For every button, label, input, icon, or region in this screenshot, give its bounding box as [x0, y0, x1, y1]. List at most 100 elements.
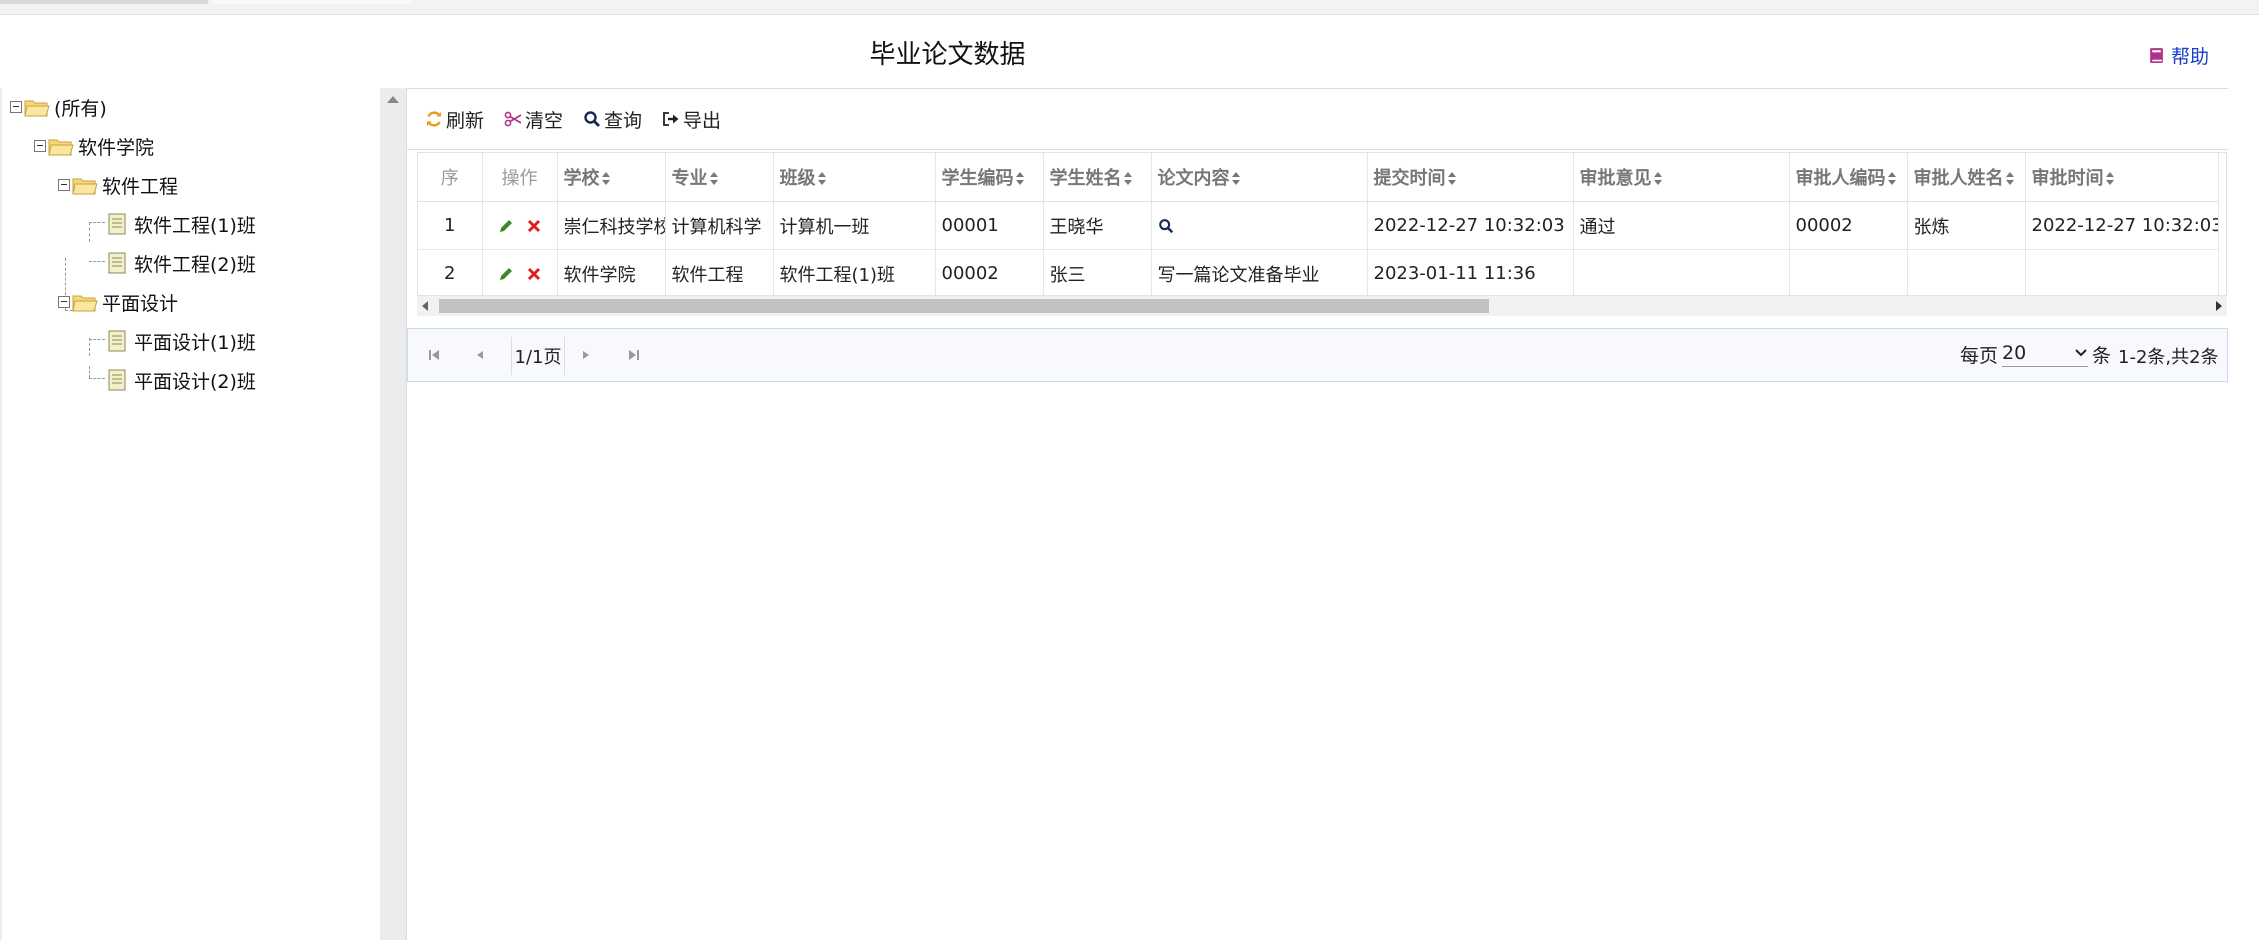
column-header[interactable]: 审批意见 [1573, 153, 1790, 202]
export-icon [663, 112, 679, 126]
scroll-left-icon[interactable] [422, 301, 428, 311]
collapse-icon[interactable] [58, 179, 70, 191]
next-page-icon[interactable] [578, 347, 594, 363]
row-number: 2 [418, 249, 483, 295]
cell-content: 写一篇论文准备毕业 [1151, 249, 1368, 295]
cell-student-name: 张三 [1043, 249, 1152, 295]
column-header[interactable]: 学校 [557, 153, 666, 202]
refresh-button[interactable]: 刷新 [425, 106, 484, 133]
column-header[interactable]: 审批人编码 [1789, 153, 1908, 202]
per-page-control: 每页 20 条 [1960, 341, 2111, 368]
scroll-right-icon[interactable] [2216, 301, 2222, 311]
sort-icon[interactable] [1653, 172, 1663, 186]
search-icon [584, 111, 601, 127]
sort-icon[interactable] [1123, 172, 1133, 186]
column-header: 操作 [482, 153, 558, 202]
column-header[interactable]: 审批人姓名 [1907, 153, 2026, 202]
sort-icon[interactable] [817, 172, 827, 186]
scroll-thumb[interactable] [439, 299, 1489, 313]
tab-strip-item[interactable] [0, 0, 208, 4]
cell-major: 计算机科学 [665, 201, 774, 250]
vertical-scrollbar[interactable] [380, 88, 406, 940]
cell-student-name: 王晓华 [1043, 201, 1152, 250]
table-row[interactable]: 2 软件学院 软件工程 软件工程(1)班 00002 张三 写一篇论文准备毕业 [418, 249, 2219, 295]
scissors-icon [504, 111, 522, 127]
column-header[interactable]: 学生编码 [935, 153, 1044, 202]
tree-node-major-software[interactable]: 软件工程 [58, 170, 178, 200]
tree-node-label: 软件学院 [78, 136, 155, 159]
tree-node-root[interactable]: (所有) [10, 92, 107, 122]
export-button[interactable]: 导出 [662, 106, 721, 133]
tree-node-college[interactable]: 软件学院 [34, 131, 154, 161]
cell-student-code: 00002 [935, 249, 1044, 295]
folder-open-icon [72, 178, 98, 195]
column-header[interactable]: 审批时间 [2025, 153, 2219, 202]
collapse-icon[interactable] [58, 296, 70, 308]
tree-node-class[interactable]: 软件工程(2)班 [104, 248, 256, 278]
tree-node-label: 平面设计 [102, 292, 179, 315]
tab-strip-item-active[interactable] [212, 0, 412, 4]
column-header[interactable]: 班级 [773, 153, 936, 202]
sort-icon[interactable] [601, 172, 611, 186]
sort-icon[interactable] [1015, 172, 1025, 186]
sort-icon[interactable] [2005, 172, 2015, 186]
query-button[interactable]: 查询 [583, 106, 642, 133]
column-header[interactable]: 论文内容 [1151, 153, 1368, 202]
cell-student-code: 00001 [935, 201, 1044, 250]
tree-node-class[interactable]: 平面设计(1)班 [104, 326, 256, 356]
sort-icon[interactable] [1447, 172, 1457, 186]
row-actions [482, 249, 558, 295]
cell-approve-time [2025, 249, 2219, 295]
data-panel: 刷新 清空 查询 导出 序 操作 学校 专业 班级 学生编码 学生姓名 论文内容… [406, 88, 2228, 940]
cell-content [1151, 201, 1368, 250]
cell-submit-time: 2023-01-11 11:36 [1367, 249, 1574, 295]
cell-approver-code: 00002 [1789, 201, 1908, 250]
page-title: 毕业论文数据 [869, 40, 1026, 70]
toolbar: 刷新 清空 查询 导出 [407, 88, 2228, 150]
horizontal-scrollbar[interactable] [417, 296, 2227, 316]
tree-node-class[interactable]: 平面设计(2)班 [104, 365, 256, 395]
collapse-icon[interactable] [34, 140, 46, 152]
collapse-icon[interactable] [10, 101, 22, 113]
edit-pencil-icon[interactable] [498, 218, 514, 234]
column-header[interactable]: 学生姓名 [1043, 153, 1152, 202]
clear-label: 清空 [525, 109, 564, 132]
tree-node-label: 软件工程(1)班 [134, 214, 256, 237]
column-header[interactable]: 专业 [665, 153, 774, 202]
first-page-icon[interactable] [426, 347, 442, 363]
table-row[interactable]: 1 崇仁科技学校 计算机科学 计算机一班 00001 王晓华 2022-12-2… [418, 201, 2219, 250]
book-icon [2150, 48, 2163, 63]
cell-major: 软件工程 [665, 249, 774, 295]
folder-open-icon [24, 100, 50, 117]
column-header[interactable]: 提交时间 [1367, 153, 1574, 202]
sort-icon[interactable] [1231, 172, 1241, 186]
per-page-suffix: 条 [2092, 345, 2112, 367]
row-number: 1 [418, 201, 483, 250]
sort-icon[interactable] [2105, 172, 2115, 186]
query-label: 查询 [604, 109, 643, 132]
last-page-icon[interactable] [626, 347, 642, 363]
column-header: 序 [418, 153, 483, 202]
cell-approver-code [1789, 249, 1908, 295]
cell-approval-opinion [1573, 249, 1790, 295]
sort-icon[interactable] [1887, 172, 1897, 186]
clear-button[interactable]: 清空 [504, 106, 563, 133]
folder-open-icon [48, 139, 74, 156]
folder-open-icon [72, 295, 98, 312]
search-icon[interactable] [1158, 218, 1174, 234]
top-tab-strip [0, 0, 2259, 15]
per-page-select[interactable]: 20 [2002, 342, 2089, 367]
category-tree: (所有) 软件学院 软件工程 软件工程(1)班 软件工程(2)班 平面设计 平面… [0, 88, 382, 940]
prev-page-icon[interactable] [472, 347, 488, 363]
edit-pencil-icon[interactable] [498, 266, 514, 282]
scroll-up-icon[interactable] [387, 96, 399, 103]
row-actions [482, 201, 558, 250]
tree-node-class[interactable]: 软件工程(1)班 [104, 209, 256, 239]
delete-x-icon[interactable] [526, 266, 542, 282]
help-link[interactable]: 帮助 [2148, 42, 2209, 69]
tree-node-label: 软件工程(2)班 [134, 253, 256, 276]
delete-x-icon[interactable] [526, 218, 542, 234]
document-icon [108, 213, 126, 235]
tree-node-major-design[interactable]: 平面设计 [58, 287, 178, 317]
sort-icon[interactable] [709, 172, 719, 186]
